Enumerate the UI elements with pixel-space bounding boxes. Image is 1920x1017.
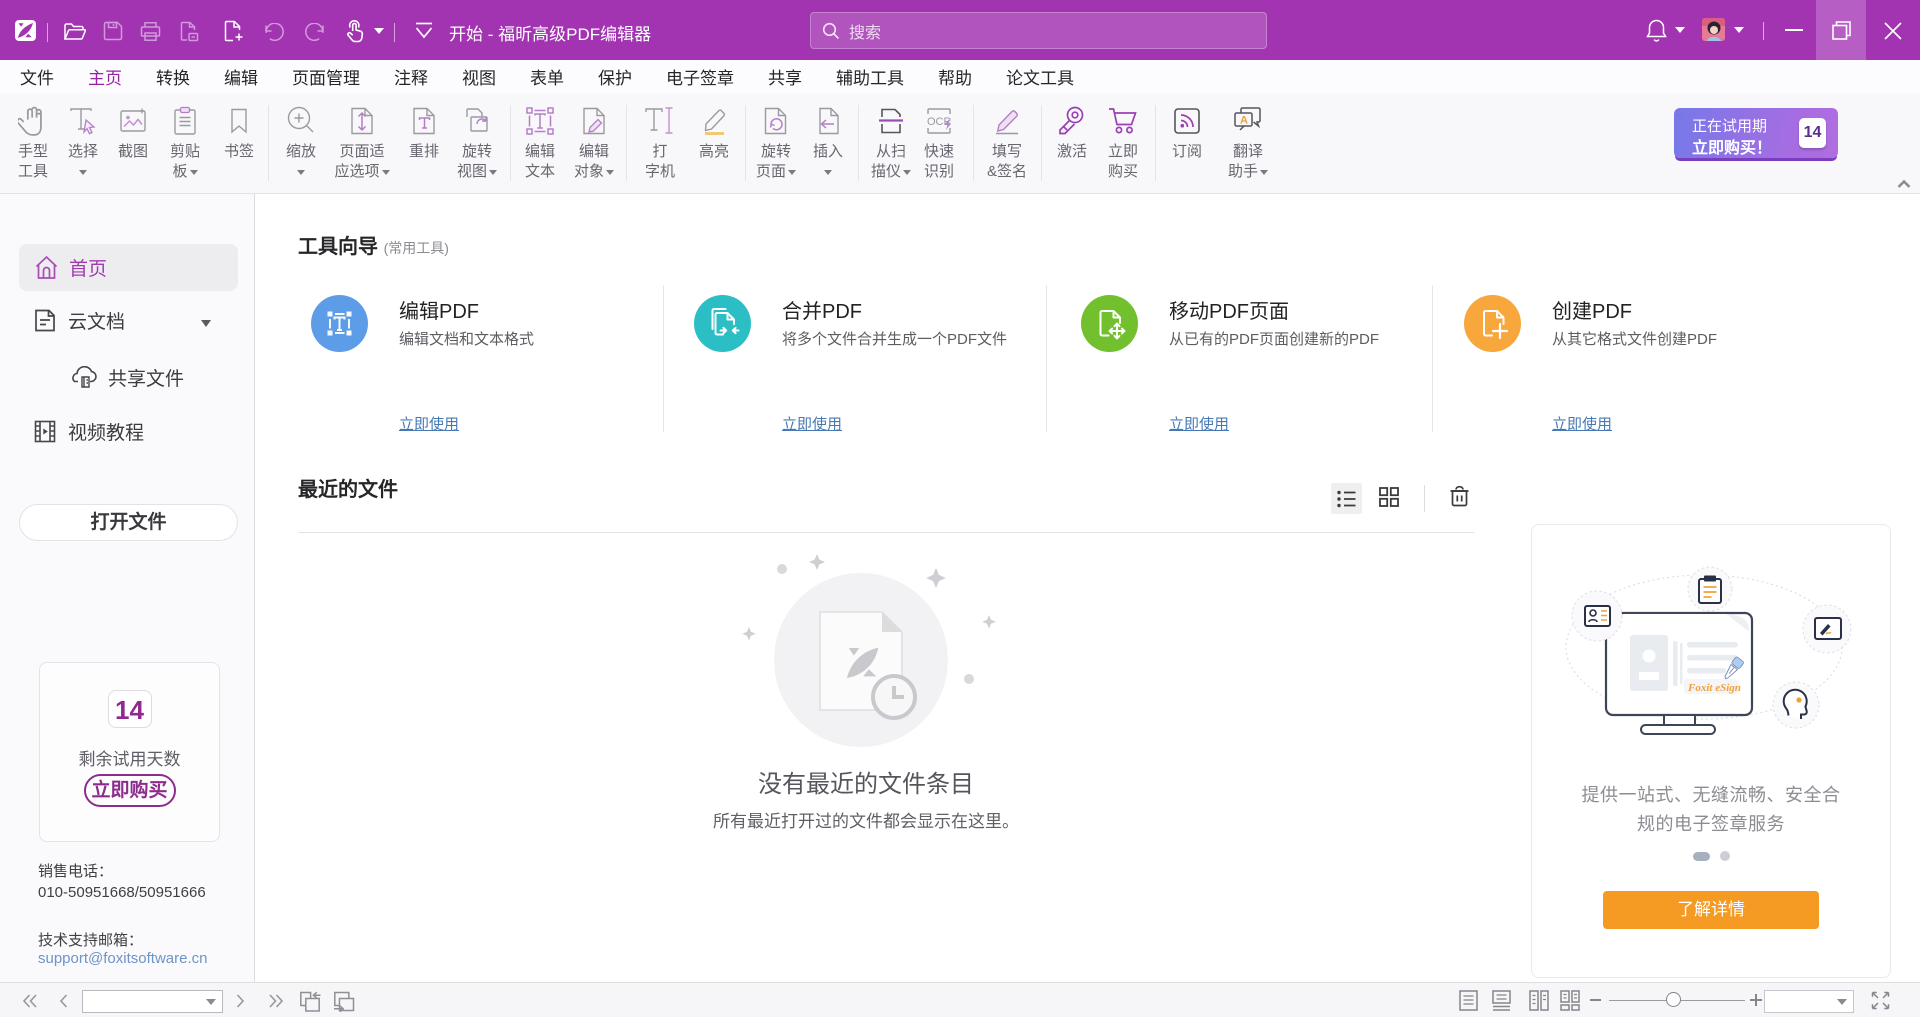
svg-text:A: A — [1240, 115, 1248, 127]
svg-text:Foxit eSign: Foxit eSign — [1687, 682, 1741, 694]
